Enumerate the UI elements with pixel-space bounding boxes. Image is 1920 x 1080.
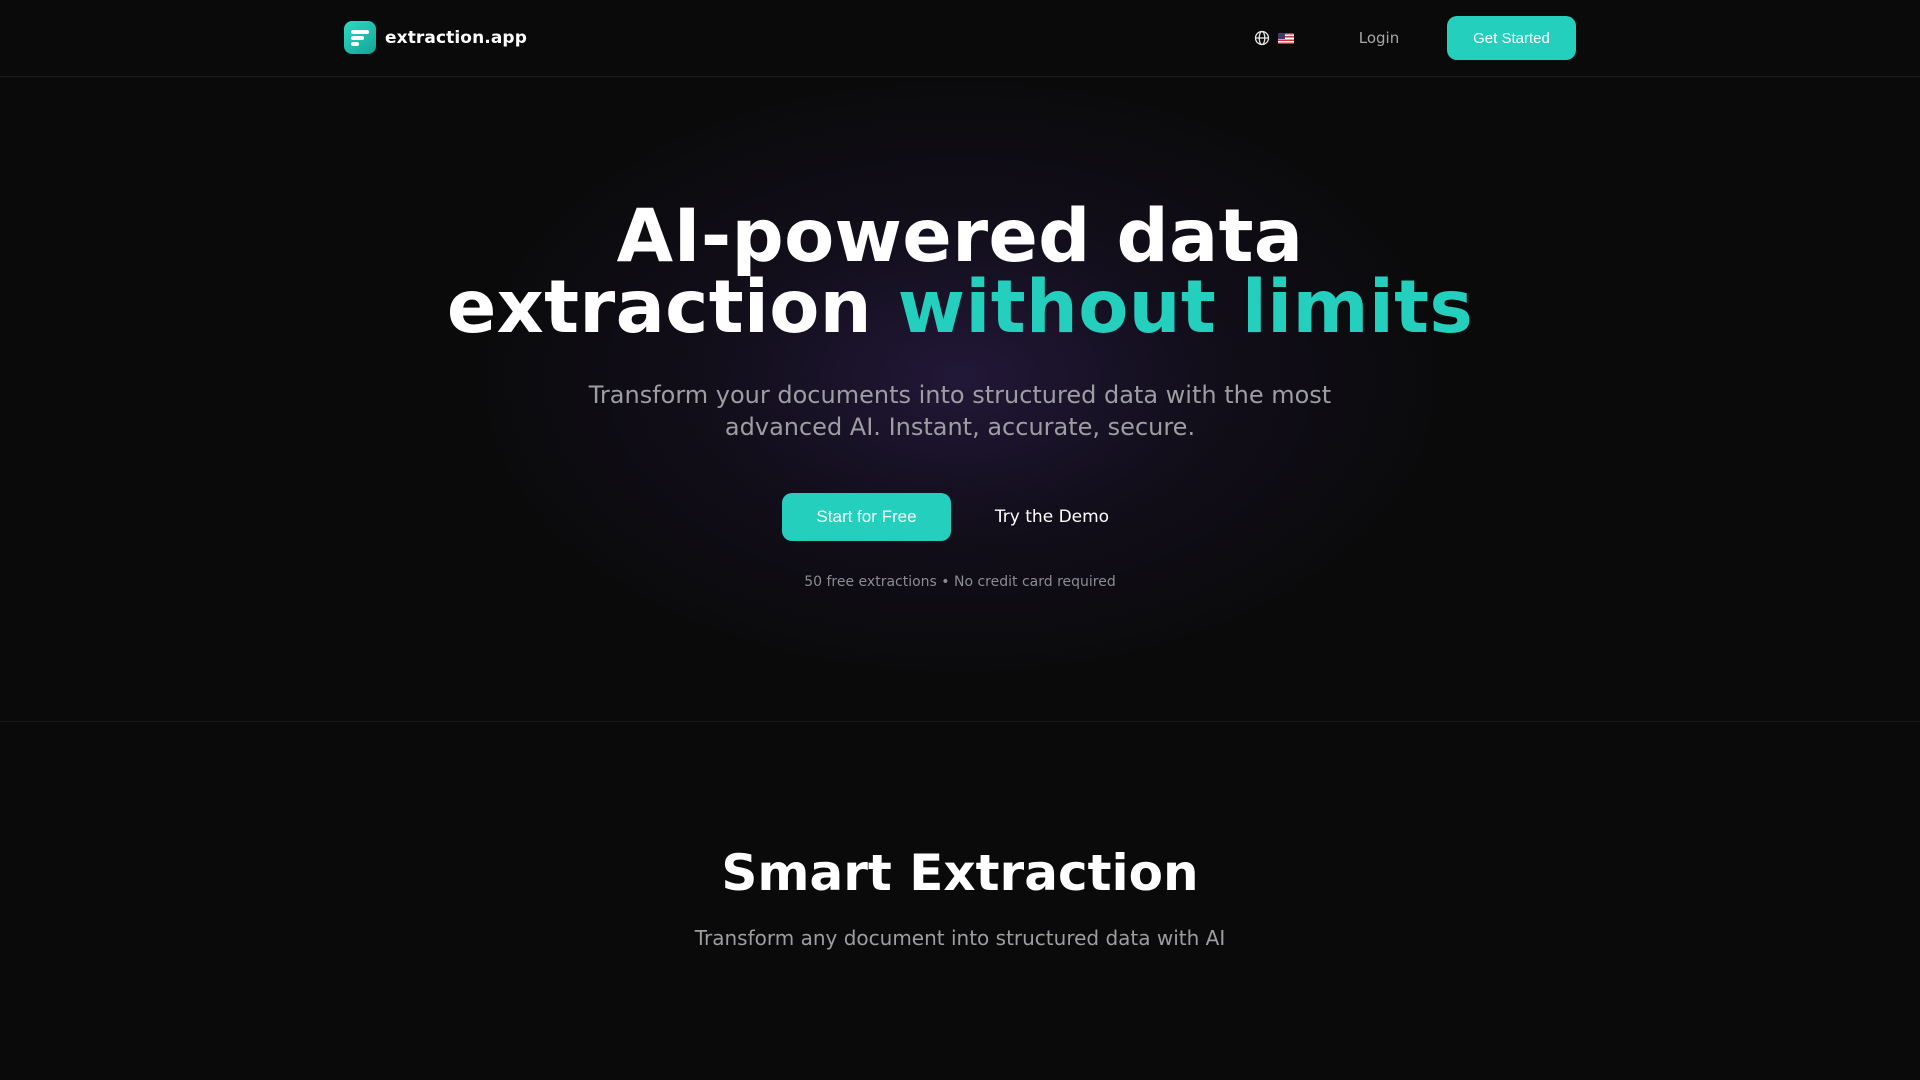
hero-title-accent: without limits [897,265,1474,350]
brand-name: extraction.app [385,27,527,48]
landing-page: extraction.app Login Get Started AI-powe… [0,0,1920,1080]
try-demo-button[interactable]: Try the Demo [982,493,1122,541]
start-for-free-button[interactable]: Start for Free [782,493,951,541]
login-link[interactable]: Login [1346,25,1412,51]
site-header: extraction.app Login Get Started [0,0,1920,77]
document-lines-icon [344,21,376,54]
hero-note: 50 free extractions • No credit card req… [804,574,1116,590]
hero-subtitle-line1: Transform your documents into structured… [588,381,1332,409]
hero-section: AI-powered data extraction without limit… [0,77,1920,722]
hero-subtitle: Transform your documents into structured… [560,379,1360,443]
features-subtitle: Transform any document into structured d… [694,926,1226,950]
globe-icon [1254,30,1270,46]
brand-link[interactable]: extraction.app [344,21,527,54]
hero-subtitle-line2: advanced AI. Instant, accurate, secure. [724,413,1196,441]
get-started-button[interactable]: Get Started [1447,16,1576,60]
us-flag-icon [1278,32,1294,44]
language-switcher[interactable] [1254,28,1294,48]
features-title: Smart Extraction [721,844,1199,902]
hero-title: AI-powered data extraction without limit… [0,200,1920,344]
hero-title-line2: extraction [446,265,872,350]
